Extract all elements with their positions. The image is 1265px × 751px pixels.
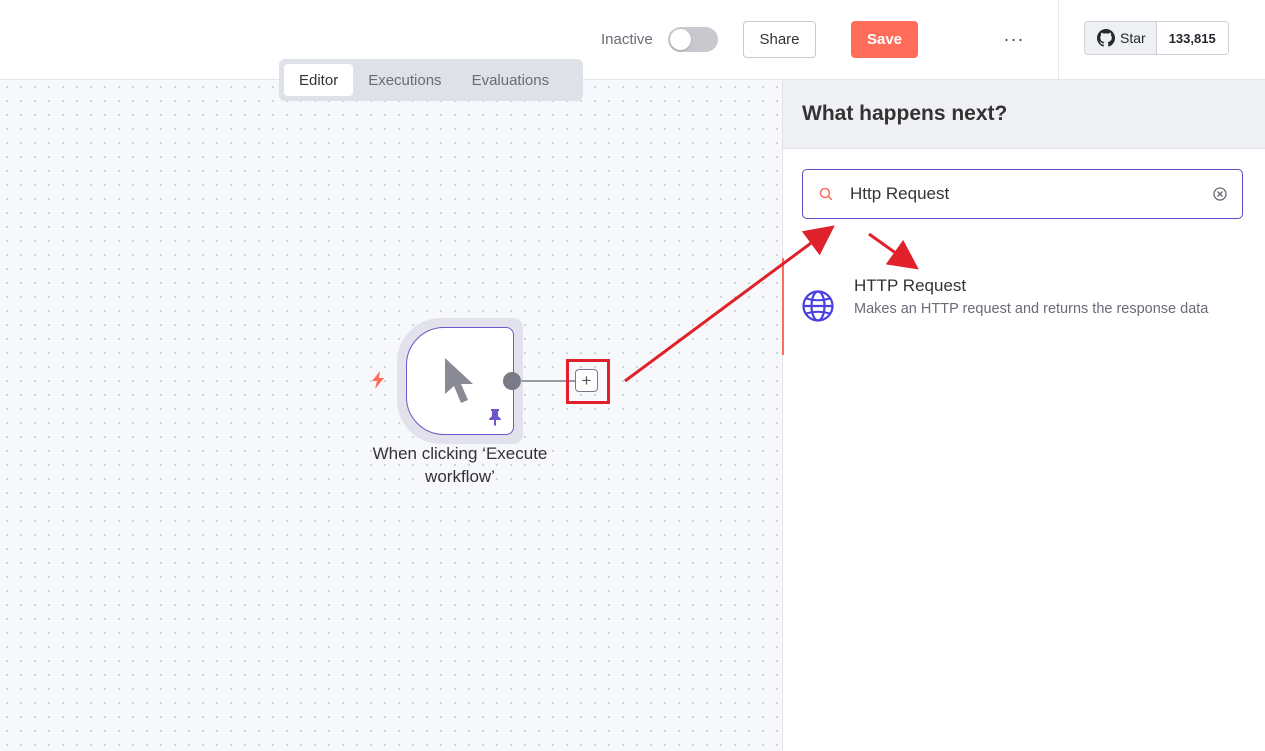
divider (1058, 0, 1059, 80)
node-search-box[interactable] (802, 169, 1243, 219)
trigger-bolt-icon (372, 371, 384, 389)
search-result-item[interactable]: HTTP Request Makes an HTTP request and r… (782, 258, 1265, 355)
more-options-button[interactable]: ··· (998, 26, 1030, 52)
result-title: HTTP Request (854, 276, 967, 295)
github-star-label: Star (1120, 30, 1146, 46)
top-bar: Inactive Share Save ··· Star 133,815 (0, 0, 1265, 80)
clear-search-icon[interactable] (1212, 186, 1228, 202)
github-icon (1097, 29, 1115, 47)
tab-executions[interactable]: Executions (353, 64, 456, 96)
workflow-canvas[interactable] (0, 80, 782, 751)
node-output-handle[interactable] (503, 372, 521, 390)
active-toggle[interactable] (668, 27, 718, 52)
annotation-highlight-box (566, 359, 610, 404)
search-icon (819, 187, 833, 201)
globe-icon (802, 290, 834, 322)
node-label: When clicking ‘Execute workflow’ (372, 444, 548, 486)
tab-editor[interactable]: Editor (284, 64, 354, 96)
result-active-indicator (782, 258, 784, 355)
result-description: Makes an HTTP request and returns the re… (854, 301, 1209, 317)
share-button[interactable]: Share (743, 21, 816, 58)
panel-header: What happens next? (783, 80, 1265, 149)
toggle-knob (670, 29, 691, 50)
pin-icon (489, 409, 501, 426)
node-creator-panel: What happens next? HTTP Request Makes an… (782, 80, 1265, 751)
tab-evaluations[interactable]: Evaluations (457, 64, 565, 96)
panel-title: What happens next? (802, 102, 1008, 125)
github-star-button[interactable]: Star (1085, 22, 1157, 54)
cursor-icon (445, 358, 473, 403)
github-star-count[interactable]: 133,815 (1156, 22, 1228, 54)
save-button[interactable]: Save (851, 21, 918, 58)
search-input[interactable] (850, 182, 1200, 206)
active-status-label: Inactive (601, 31, 653, 48)
view-tabs: Editor Executions Evaluations (279, 59, 583, 101)
github-star-widget[interactable]: Star 133,815 (1084, 21, 1229, 55)
